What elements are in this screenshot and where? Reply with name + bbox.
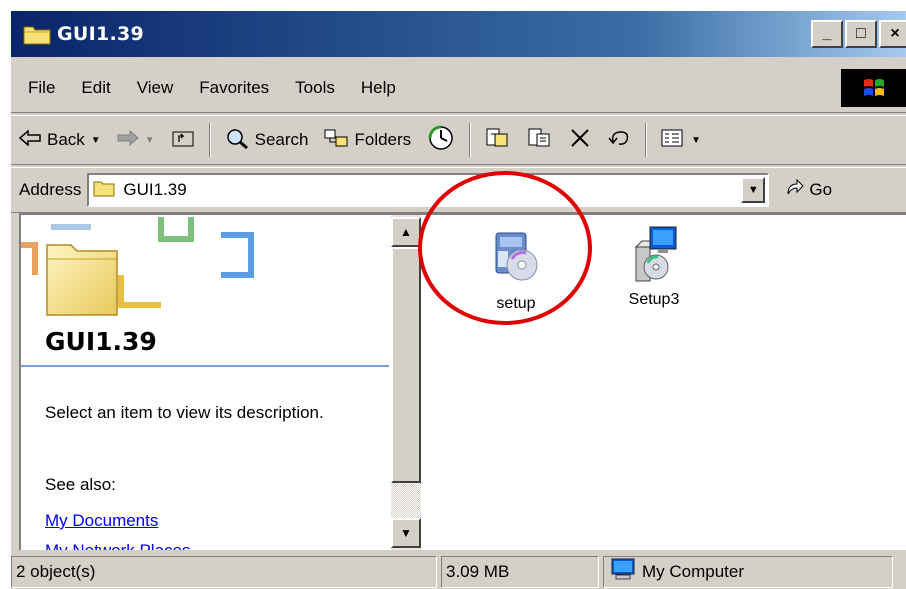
menu-view[interactable]: View	[124, 78, 187, 98]
menu-edit[interactable]: Edit	[68, 78, 123, 98]
maximize-button[interactable]: □	[845, 20, 877, 48]
views-button[interactable]: ▼	[653, 120, 709, 160]
move-to-icon	[485, 126, 511, 155]
toolbar-separator	[469, 123, 472, 157]
chevron-down-icon[interactable]: ▼	[691, 135, 701, 146]
go-button[interactable]: Go	[785, 178, 832, 203]
address-bar: Address GUI1.39 ▼ Go	[11, 167, 906, 213]
setup-computer-cd-icon	[630, 225, 678, 282]
search-icon	[225, 127, 249, 154]
forward-button[interactable]: ▼	[109, 120, 163, 160]
folders-button[interactable]: Folders	[316, 120, 419, 160]
address-dropdown-button[interactable]: ▼	[741, 177, 766, 203]
status-zone: My Computer	[603, 555, 893, 588]
menu-file[interactable]: File	[15, 78, 68, 98]
panel-description: Select an item to view its description.	[45, 403, 324, 422]
installer-cd-icon	[492, 229, 540, 285]
maximize-icon: □	[856, 25, 866, 42]
object-count-text: 2 object(s)	[16, 561, 96, 581]
views-icon	[661, 128, 685, 153]
address-label: Address	[19, 180, 82, 199]
back-label: Back	[47, 130, 85, 149]
move-to-button[interactable]	[477, 120, 519, 160]
file-list-area[interactable]: setup Setup3	[421, 213, 906, 550]
window-controls: _ □ ×	[811, 20, 906, 48]
toolbar-separator	[645, 123, 648, 157]
arrow-up-icon: ▲	[400, 225, 412, 239]
menu-favorites[interactable]: Favorites	[186, 78, 282, 98]
explorer-window: GUI1.39 _ □ × File Edit View Favorites T…	[10, 10, 906, 589]
zone-text: My Computer	[642, 561, 745, 581]
history-icon	[427, 125, 455, 156]
folder-icon	[23, 23, 51, 45]
history-button[interactable]	[419, 120, 463, 160]
up-folder-button[interactable]	[163, 120, 203, 160]
menu-help[interactable]: Help	[348, 78, 409, 98]
see-also-label: See also:	[45, 475, 116, 494]
scroll-thumb[interactable]	[391, 247, 421, 483]
copy-to-icon	[527, 126, 553, 155]
back-arrow-icon	[18, 128, 41, 151]
windows-logo-icon	[841, 69, 906, 107]
search-button[interactable]: Search	[217, 120, 317, 160]
file-item-setup3[interactable]: Setup3	[599, 225, 709, 309]
delete-button[interactable]	[561, 120, 599, 160]
copy-to-button[interactable]	[519, 120, 561, 160]
toolbar-separator	[208, 123, 211, 157]
folders-label: Folders	[354, 130, 412, 149]
forward-arrow-icon	[117, 129, 139, 151]
file-name: Setup3	[628, 291, 680, 308]
go-arrow-icon	[785, 178, 805, 203]
folder-icon	[93, 179, 115, 202]
undo-button[interactable]	[599, 120, 639, 160]
status-size: 3.09 MB	[441, 555, 599, 588]
arrow-down-icon: ▼	[400, 526, 412, 540]
folder-banner	[21, 215, 391, 325]
up-folder-icon	[171, 128, 195, 153]
chevron-down-icon: ▼	[747, 184, 759, 196]
close-button[interactable]: ×	[879, 20, 906, 48]
scroll-up-button[interactable]: ▲	[391, 217, 421, 247]
left-panel-scrollbar[interactable]: ▲ ▼	[391, 213, 421, 550]
address-value: GUI1.39	[123, 180, 187, 199]
link-my-network-places[interactable]: My Network Places	[45, 541, 190, 550]
close-icon: ×	[890, 25, 900, 42]
folder-info-panel: GUI1.39 Select an item to view its descr…	[19, 213, 391, 550]
search-label: Search	[254, 130, 309, 149]
standard-toolbar: Back ▼ ▼ Search Folders ▼	[11, 115, 906, 165]
go-label: Go	[809, 180, 833, 199]
link-my-documents[interactable]: My Documents	[45, 511, 158, 531]
back-button[interactable]: Back ▼	[11, 120, 109, 160]
chevron-down-icon[interactable]: ▼	[145, 135, 155, 146]
title-bar[interactable]: GUI1.39 _ □ ×	[11, 11, 906, 57]
folders-icon	[324, 128, 348, 153]
window-title: GUI1.39	[57, 23, 145, 45]
file-name: setup	[496, 295, 536, 312]
size-text: 3.09 MB	[446, 561, 510, 581]
undo-icon	[607, 128, 631, 153]
chevron-down-icon[interactable]: ▼	[91, 135, 101, 146]
my-computer-icon	[610, 558, 636, 585]
address-input[interactable]: GUI1.39 ▼	[87, 173, 770, 207]
panel-divider	[21, 365, 389, 367]
panel-folder-title: GUI1.39	[45, 327, 157, 356]
file-item-setup[interactable]: setup	[461, 229, 571, 313]
scroll-down-button[interactable]: ▼	[391, 518, 421, 548]
minimize-icon: _	[822, 25, 832, 42]
status-object-count: 2 object(s)	[11, 555, 437, 588]
delete-icon	[569, 127, 591, 154]
minimize-button[interactable]: _	[811, 20, 843, 48]
menu-bar: File Edit View Favorites Tools Help	[11, 63, 906, 113]
status-bar: 2 object(s) 3.09 MB My Computer	[11, 553, 906, 589]
menu-tools[interactable]: Tools	[282, 78, 348, 98]
